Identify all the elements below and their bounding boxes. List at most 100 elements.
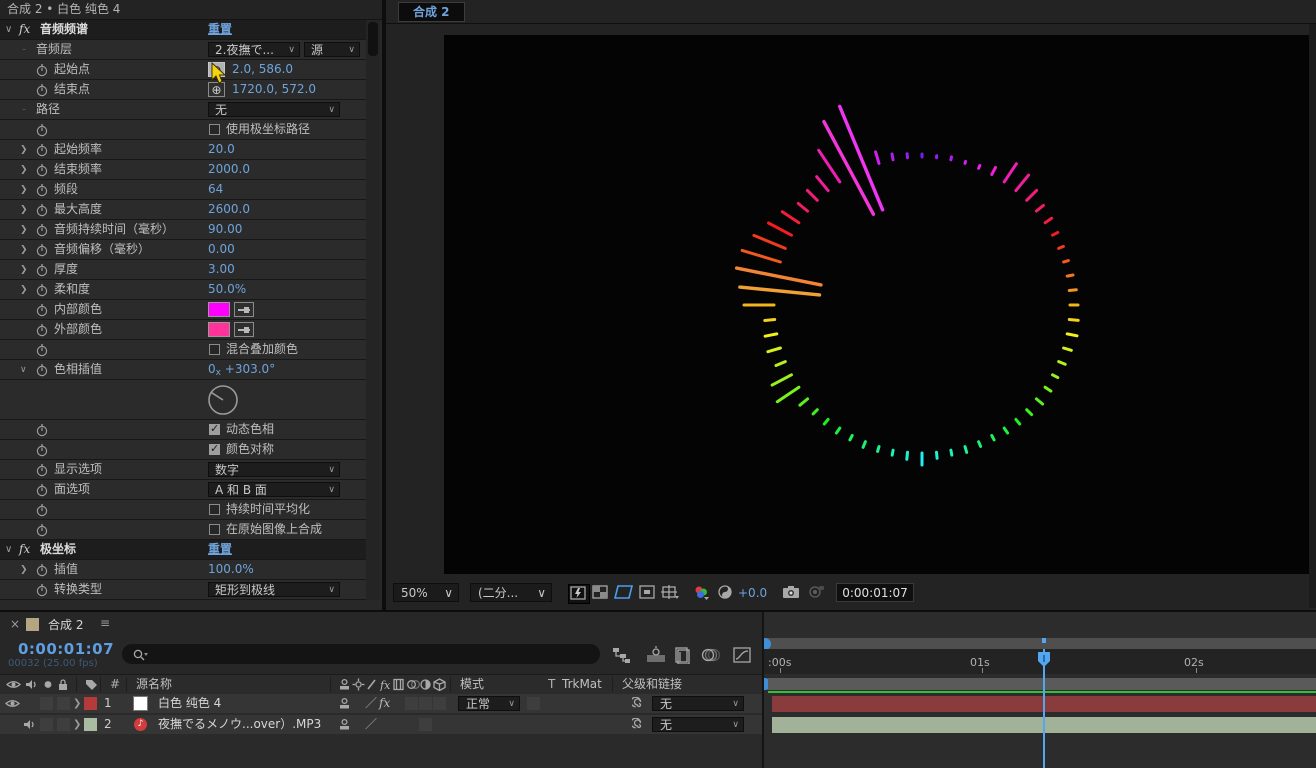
shy-toggle[interactable] [338,718,351,737]
stopwatch-icon[interactable] [36,583,48,597]
param-value[interactable]: 2000.0 [208,160,250,179]
timeline-tab-comp2[interactable]: 合成 2 [48,616,83,633]
snapshot-camera-icon[interactable] [781,584,801,602]
viewer-scrollbar[interactable] [1309,24,1316,608]
region-of-interest-icon[interactable] [638,584,658,602]
guides-grid-options-icon[interactable] [660,584,680,602]
effects-scrollbar[interactable] [366,20,380,600]
timeline-search-input[interactable] [122,644,600,664]
viewer-tab-comp2[interactable]: 合成 2 [398,2,465,22]
hash-column-header[interactable]: # [110,675,120,694]
expand-chevron-icon[interactable]: ❯ [20,261,28,280]
work-area-bar[interactable] [768,678,1316,690]
fast-preview-icon[interactable] [568,584,590,604]
param-dropdown[interactable]: 数字 ∨ [208,462,340,477]
exposure-value[interactable]: +0.0 [738,586,767,600]
motion-blur-icon[interactable] [700,646,720,664]
scrollbar-thumb[interactable] [368,22,378,56]
switch-cell[interactable] [405,697,418,710]
param-checkbox[interactable] [209,504,220,515]
expand-chevron-icon[interactable]: ❯ [20,221,28,240]
frame-blending-icon[interactable] [673,646,693,664]
parent-pickwhip-icon[interactable] [632,718,646,737]
parent-pickwhip-icon[interactable] [632,697,646,716]
stopwatch-icon[interactable] [36,243,48,257]
param-value[interactable]: 1720.0, 572.0 [232,80,316,99]
fx-toggle[interactable]: fx [379,694,390,713]
stopwatch-icon[interactable] [36,343,48,357]
expand-chevron-icon[interactable]: ❯ [20,161,28,180]
switch-cell[interactable] [433,697,446,710]
eyedropper-icon[interactable] [234,322,254,337]
exposure-icon[interactable] [716,584,736,602]
show-snapshot-icon[interactable] [806,584,826,602]
time-navigator-scrollbar[interactable] [764,638,1316,649]
layer-source-name[interactable]: 夜撫でるメノウ...over）.MP3 [158,715,321,734]
shy-toggle[interactable] [338,697,351,716]
viewer-timecode[interactable]: 0:00:01:07 [836,583,914,602]
transparency-grid-icon[interactable] [591,584,611,602]
mode-column-header[interactable]: 模式 [460,675,484,694]
param-checkbox[interactable] [209,524,220,535]
stopwatch-icon[interactable] [36,303,48,317]
stopwatch-icon[interactable] [36,363,48,377]
param-checkbox[interactable] [209,124,220,135]
stopwatch-icon[interactable] [36,483,48,497]
stopwatch-icon[interactable] [36,563,48,577]
param-value[interactable]: 3.00 [208,260,235,279]
color-swatch[interactable] [208,322,230,337]
param-value[interactable]: 50.0% [208,280,246,299]
stopwatch-icon[interactable] [36,123,48,137]
collapse-chevron-icon[interactable]: ∨ [20,361,27,380]
switch-cell[interactable] [419,697,432,710]
quality-toggle[interactable]: ／ [365,715,377,734]
quality-toggle[interactable]: ／ [365,694,377,713]
lock-cell[interactable] [57,697,70,710]
parent-dropdown[interactable]: 无 ∨ [652,696,744,711]
composition-canvas[interactable] [444,35,1309,574]
stopwatch-icon[interactable] [36,523,48,537]
hue-dial[interactable] [207,381,241,415]
t-column-header[interactable]: T [548,675,555,694]
trkmat-cell[interactable] [527,697,540,710]
panel-menu-icon[interactable]: ≡ [100,616,110,630]
param-dropdown[interactable]: 无 ∨ [208,102,340,117]
lock-cell[interactable] [57,718,70,731]
param-value[interactable]: 2.0, 586.0 [232,60,293,79]
stopwatch-icon[interactable] [36,203,48,217]
layer-source-name[interactable]: 白色 纯色 4 [158,694,221,713]
param-dropdown[interactable]: A 和 B 面 ∨ [208,482,340,497]
layer-audio-speaker-icon[interactable] [22,718,36,737]
expand-chevron-icon[interactable]: ❯ [20,281,28,300]
comp-mini-flowchart-icon[interactable] [612,646,632,664]
layer-expand-chevron-icon[interactable]: ❯ [73,715,81,734]
expand-chevron-icon[interactable]: ❯ [20,241,28,260]
param-value[interactable]: 90.00 [208,220,242,239]
color-swatch[interactable] [208,302,230,317]
stopwatch-icon[interactable] [36,163,48,177]
param-value[interactable]: 100.0% [208,560,254,579]
hide-shy-layers-icon[interactable] [645,646,665,664]
parent-link-column-header[interactable]: 父级和链接 [622,675,682,694]
stopwatch[interactable] [36,583,48,602]
hue-value[interactable]: 0x +303.0° [208,360,275,379]
expand-chevron-icon[interactable]: ❯ [20,141,28,160]
expand-chevron-icon[interactable]: ❯ [20,181,28,200]
stopwatch-icon[interactable] [36,63,48,77]
source-name-column-header[interactable]: 源名称 [136,675,172,694]
collapse-chevron-icon[interactable]: ∨ [5,540,12,559]
blend-mode-dropdown[interactable]: 正常 ∨ [458,696,520,711]
expand-chevron-icon[interactable]: ❯ [20,201,28,220]
param-value[interactable]: 64 [208,180,223,199]
stopwatch-icon[interactable] [36,423,48,437]
stopwatch-icon[interactable] [36,283,48,297]
stopwatch-icon[interactable] [36,83,48,97]
trkmat-column-header[interactable]: TrkMat [562,675,602,694]
mask-visibility-toggle-icon[interactable] [614,584,634,602]
effect-reset-link[interactable]: 重置 [208,20,232,39]
stopwatch-icon[interactable] [36,183,48,197]
stopwatch-icon[interactable] [36,223,48,237]
audio-layer-dropdown[interactable]: 2.夜撫で... ∨ [208,42,300,57]
layer-label-color[interactable] [84,697,97,710]
switch-cell[interactable] [419,718,432,731]
